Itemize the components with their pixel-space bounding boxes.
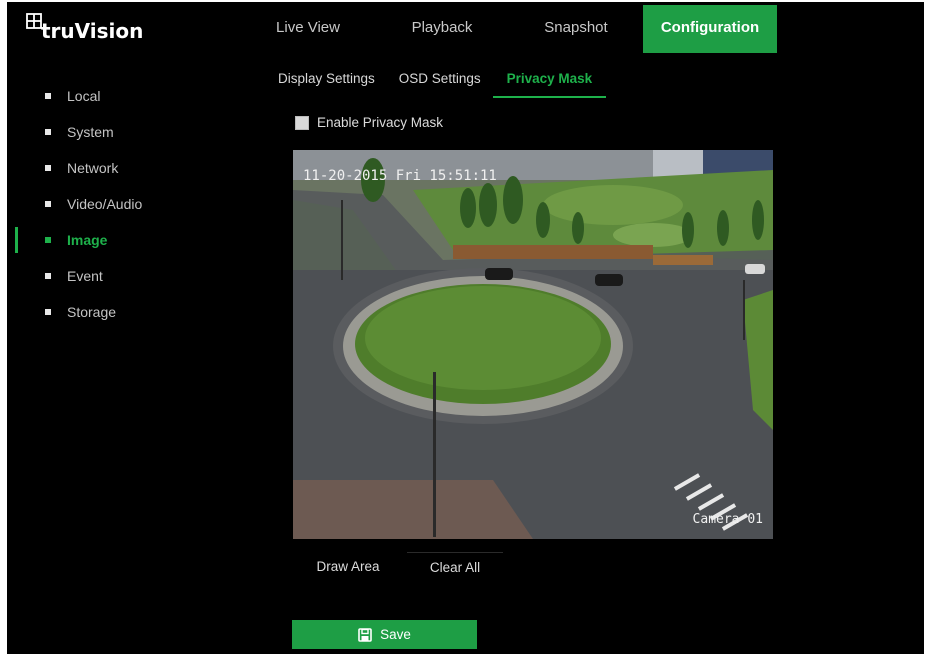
sidebar-item-event[interactable]: Event — [7, 258, 247, 294]
sidebar-item-label: Event — [67, 268, 103, 284]
sidebar-item-image[interactable]: Image — [7, 222, 247, 258]
config-sidebar: Local System Network Video/Audio Image E… — [7, 78, 247, 330]
sidebar-item-label: System — [67, 124, 114, 140]
image-subtabs: Display Settings OSD Settings Privacy Ma… — [270, 66, 607, 98]
nav-tab-playback[interactable]: Playback — [375, 5, 509, 53]
active-indicator — [15, 227, 18, 253]
enable-privacy-mask-label: Enable Privacy Mask — [317, 115, 444, 130]
bullet-icon — [45, 93, 51, 99]
nav-tab-snapshot[interactable]: Snapshot — [509, 5, 643, 53]
tab-privacy-mask[interactable]: Privacy Mask — [492, 66, 607, 98]
tab-osd-settings[interactable]: OSD Settings — [387, 66, 493, 96]
nav-tab-live-view[interactable]: Live View — [241, 5, 375, 53]
bullet-icon — [45, 129, 51, 135]
video-preview[interactable]: 11-20-2015 Fri 15:51:11 Camera 01 — [293, 150, 773, 539]
bullet-icon — [45, 237, 51, 243]
sidebar-item-system[interactable]: System — [7, 114, 247, 150]
clear-all-button[interactable]: Clear All — [407, 552, 503, 583]
sidebar-item-local[interactable]: Local — [7, 78, 247, 114]
bullet-icon — [45, 201, 51, 207]
enable-privacy-mask-row: Enable Privacy Mask — [295, 115, 443, 130]
osd-timestamp: 11-20-2015 Fri 15:51:11 — [303, 168, 497, 184]
main-nav: Live View Playback Snapshot Configuratio… — [241, 5, 777, 53]
nav-tab-configuration[interactable]: Configuration — [643, 5, 777, 53]
save-button[interactable]: Save — [292, 620, 477, 649]
bullet-icon — [45, 273, 51, 279]
sidebar-item-label: Video/Audio — [67, 196, 143, 212]
camera-scene — [293, 150, 773, 539]
sidebar-item-label: Image — [67, 232, 108, 248]
sidebar-item-video-audio[interactable]: Video/Audio — [7, 186, 247, 222]
sidebar-item-storage[interactable]: Storage — [7, 294, 247, 330]
camera-grid-icon — [26, 13, 42, 29]
bullet-icon — [45, 165, 51, 171]
bullet-icon — [45, 309, 51, 315]
osd-camera-name: Camera 01 — [692, 512, 763, 527]
draw-area-button[interactable]: Draw Area — [293, 552, 403, 582]
tab-display-settings[interactable]: Display Settings — [270, 66, 387, 96]
app-window: truVision Live View Playback Snapshot Co… — [7, 2, 924, 654]
brand-logo: truVision — [41, 19, 144, 43]
sidebar-item-network[interactable]: Network — [7, 150, 247, 186]
save-button-label: Save — [380, 627, 411, 642]
enable-privacy-mask-checkbox[interactable] — [295, 115, 309, 130]
floppy-disk-icon — [358, 627, 372, 642]
sidebar-item-label: Network — [67, 160, 119, 176]
sidebar-item-label: Storage — [67, 304, 117, 320]
sidebar-item-label: Local — [67, 88, 101, 104]
